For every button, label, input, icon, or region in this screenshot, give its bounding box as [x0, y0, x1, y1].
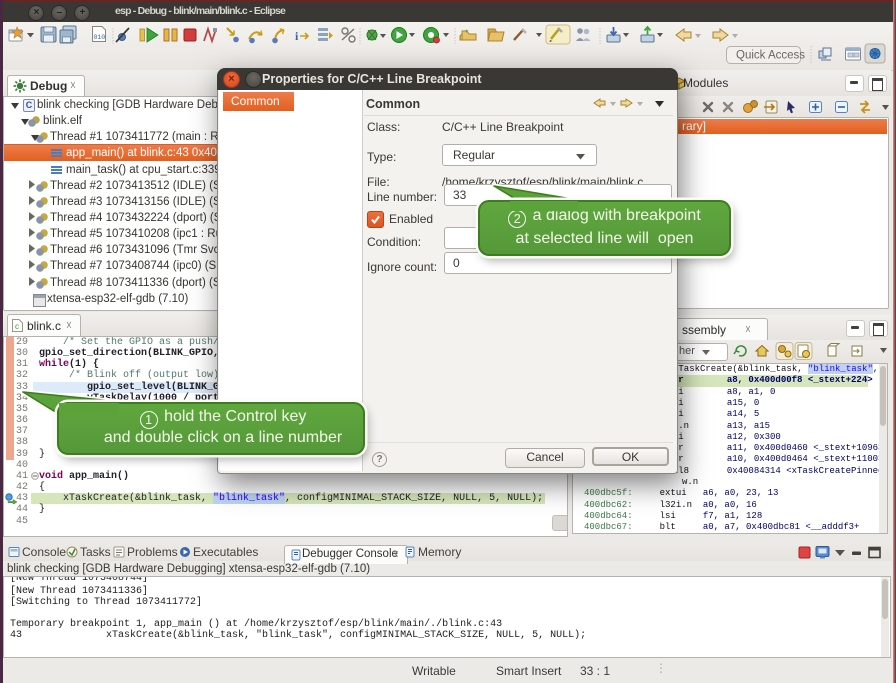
svg-text:+: +	[465, 29, 469, 35]
svg-text:i: i	[295, 29, 299, 43]
svg-text:010: 010	[94, 34, 106, 41]
svg-text:c: c	[15, 322, 19, 331]
svg-text:Quick Access: Quick Access	[736, 50, 805, 62]
